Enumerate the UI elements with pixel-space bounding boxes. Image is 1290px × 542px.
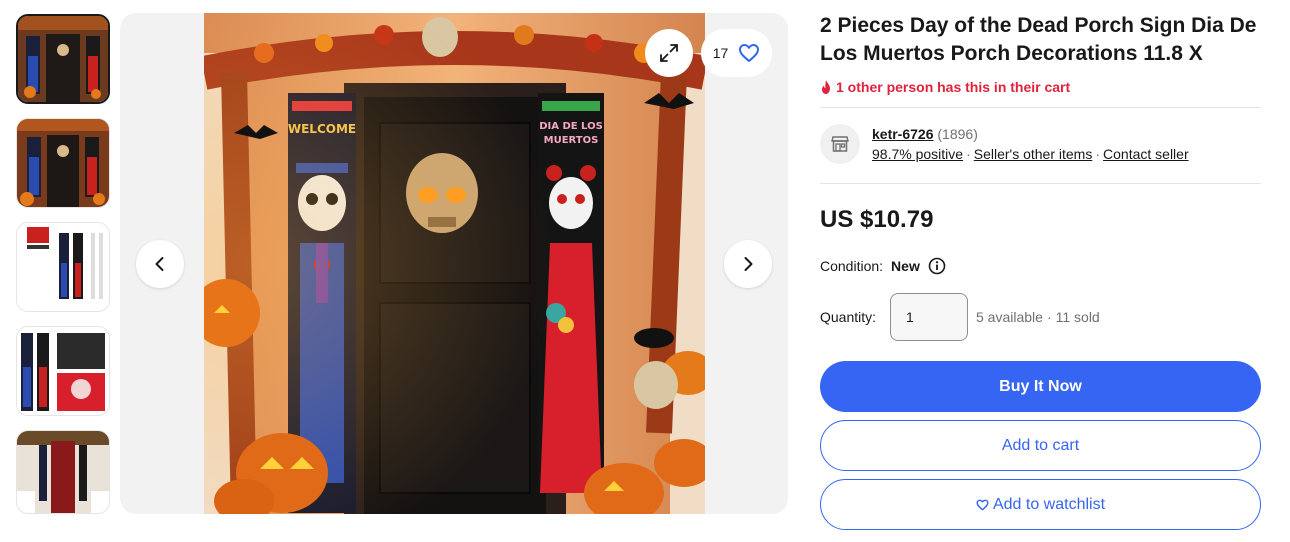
- quantity-row: Quantity: 5 available·11 sold: [820, 293, 1261, 341]
- thumbnail-4[interactable]: [16, 326, 110, 416]
- expand-icon: [660, 44, 678, 62]
- contact-seller-link[interactable]: Contact seller: [1103, 146, 1189, 162]
- seller-card: ketr-6726 (1896) 98.7% positive · Seller's…: [820, 108, 1261, 183]
- thumbnail-3[interactable]: [16, 222, 110, 312]
- seller-feedback-count: (1896): [937, 126, 978, 142]
- price: US $10.79: [820, 206, 934, 233]
- next-image-button[interactable]: [724, 240, 772, 288]
- condition-value: New: [891, 258, 920, 274]
- separator-dot: ·: [1046, 309, 1052, 325]
- store-icon: [831, 136, 849, 152]
- available-count: 5 available: [976, 309, 1043, 325]
- info-icon[interactable]: [928, 257, 946, 275]
- heart-icon: [739, 44, 760, 62]
- divider: [820, 183, 1261, 184]
- previous-image-button[interactable]: [136, 240, 184, 288]
- thumbnail-1[interactable]: [16, 14, 110, 104]
- separator-dot: ·: [966, 146, 971, 162]
- product-image: WELCOME DIA DE LOS MUERTOS: [204, 13, 705, 514]
- fire-icon: [822, 80, 830, 94]
- listing-title: 2 Pieces Day of the Dead Porch Sign Dia …: [820, 14, 1257, 65]
- condition-row: Condition: New: [820, 256, 1261, 276]
- main-image-viewer[interactable]: WELCOME DIA DE LOS MUERTOS 17: [120, 13, 788, 514]
- chevron-right-icon: [744, 257, 753, 271]
- quantity-availability: 5 available · 11 sold: [976, 309, 1100, 325]
- add-to-cart-button[interactable]: Add to cart: [820, 420, 1261, 471]
- cart-alert: 1 other person has this in their cart: [820, 77, 1261, 97]
- separator-dot: ·: [1095, 146, 1101, 162]
- add-to-watchlist-button[interactable]: Add to watchlist: [820, 479, 1261, 530]
- seller-feedback-link[interactable]: 98.7% positive: [872, 146, 963, 162]
- seller-info: ketr-6726 (1896) 98.7% positive · Seller's…: [872, 124, 1189, 164]
- thumbnail-5[interactable]: [16, 430, 110, 514]
- listing-details: 2 Pieces Day of the Dead Porch Sign Dia …: [820, 12, 1261, 530]
- condition-label: Condition:: [820, 258, 884, 274]
- seller-other-items-link[interactable]: Seller's other items: [974, 146, 1093, 162]
- watch-count-button[interactable]: 17: [701, 29, 772, 77]
- quantity-label: Quantity:: [820, 309, 877, 325]
- store-avatar[interactable]: [820, 124, 860, 164]
- heart-icon: [976, 499, 989, 510]
- seller-name-link[interactable]: ketr-6726: [872, 126, 934, 142]
- expand-image-button[interactable]: [645, 29, 693, 77]
- watch-count: 17: [712, 45, 729, 61]
- thumbnail-strip: [16, 14, 112, 514]
- chevron-left-icon: [155, 257, 164, 271]
- sold-count: 11 sold: [1055, 309, 1100, 325]
- buy-it-now-button[interactable]: Buy It Now: [820, 361, 1261, 412]
- watchlist-label: Add to watchlist: [992, 495, 1106, 513]
- quantity-input[interactable]: [890, 293, 968, 341]
- thumbnail-2[interactable]: [16, 118, 110, 208]
- cart-alert-text: 1 other person has this in their cart: [836, 79, 1071, 95]
